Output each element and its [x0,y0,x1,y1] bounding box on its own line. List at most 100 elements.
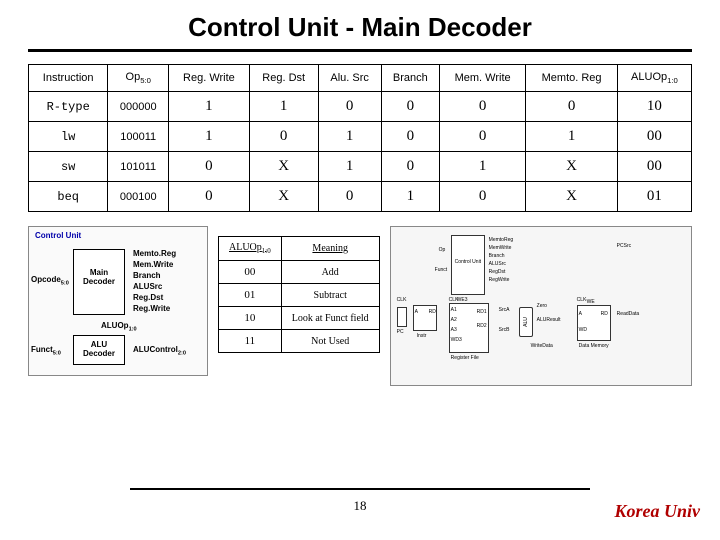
cell-value: 0 [439,122,525,152]
col-alusrc: Alu. Src [318,65,381,92]
col-regdst: Reg. Dst [249,65,318,92]
dp-we: WE [587,299,595,305]
dp-dmem-label: Data Memory [579,343,609,349]
cell-value: 1 [381,182,439,212]
funct-label: Funct5:0 [31,345,61,357]
aluop-col-meaning: Meaning [281,237,379,261]
dp-dwd: WD [579,327,587,333]
dp-ra1: A1 [451,307,457,313]
dp-writedata: WriteData [531,343,553,349]
cell-value: 0 [526,92,618,122]
dp-instr: Instr [417,333,427,339]
dp-regdst: RegDst [489,269,506,275]
cell-aluop-meaning: Add [281,261,379,284]
cell-value: 0 [381,152,439,182]
dp-funct: Funct [435,267,448,273]
dp-da: A [579,311,582,317]
cell-value: 0 [439,92,525,122]
cell-value: 00 [617,152,691,182]
dp-srcb: SrcB [499,327,510,333]
main-decoder-box: Main Decoder [73,249,125,315]
col-instruction: Instruction [29,65,108,92]
cell-value: 1 [439,152,525,182]
dp-wd3: WD3 [451,337,462,343]
dp-zero: Zero [537,303,547,309]
cell-aluop-meaning: Not Used [281,330,379,353]
dp-pc-label: PC [397,329,404,335]
out-branch: Branch [133,271,161,280]
dp-op: Op [439,247,446,253]
cell-value: X [249,152,318,182]
cell-instruction: R-type [29,92,108,122]
dp-pc [397,307,407,327]
cell-aluop-code: 10 [219,307,282,330]
dp-rd1o: RD1 [477,309,487,315]
cell-value: 0 [381,92,439,122]
main-table-body: R-type00000011000010lw10001110100100sw10… [29,92,692,212]
dp-rd1: RD [429,309,436,315]
col-op: Op5:0 [108,65,169,92]
table-header-row: Instruction Op5:0 Reg. Write Reg. Dst Al… [29,65,692,92]
cell-value: 10 [617,92,691,122]
control-unit-diagram: Control Unit Main Decoder Opcode5:0 Memt… [28,226,208,376]
table-row: lw10001110100100 [29,122,692,152]
page-title: Control Unit - Main Decoder [28,12,692,43]
aluop-body: 00Add01Subtract10Look at Funct field11No… [219,261,380,353]
dp-regwrite: RegWrite [489,277,510,283]
aluop-col-code: ALUOp1:0 [219,237,282,261]
dp-regfile-label: Register File [451,355,479,361]
col-regwrite: Reg. Write [169,65,250,92]
out-regdst: Reg.Dst [133,293,163,302]
dp-pcsrc: PCSrc [617,243,631,249]
aluop-table: ALUOp1:0 Meaning 00Add01Subtract10Look a… [218,236,380,353]
table-row: 01Subtract [219,284,380,307]
col-branch: Branch [381,65,439,92]
col-memwrite: Mem. Write [439,65,525,92]
brand-label: Korea Univ [615,501,701,522]
table-row: 00Add [219,261,380,284]
alucontrol-label: ALUControl2:0 [133,345,186,357]
cell-aluop-meaning: Look at Funct field [281,307,379,330]
cell-value: 0 [169,152,250,182]
cell-opcode: 000000 [108,92,169,122]
dp-ra2: A2 [451,317,457,323]
col-aluop: ALUOp1:0 [617,65,691,92]
cell-value: 1 [249,92,318,122]
col-memtoreg: Memto. Reg [526,65,618,92]
dp-drd: RD [601,311,608,317]
dp-rd2o: RD2 [477,323,487,329]
dp-memtoreg: MemtoReg [489,237,513,243]
cell-aluop-code: 11 [219,330,282,353]
cell-aluop-code: 00 [219,261,282,284]
cell-instruction: beq [29,182,108,212]
dp-aluresult: ALUResult [537,317,561,323]
out-regwrite: Reg.Write [133,304,170,313]
cell-value: 1 [526,122,618,152]
cell-value: 00 [617,122,691,152]
dp-clk1: CLK [397,297,407,303]
cu-title: Control Unit [35,231,81,240]
cell-aluop-meaning: Subtract [281,284,379,307]
dp-a1: A [415,309,418,315]
main-decoder-table: Instruction Op5:0 Reg. Write Reg. Dst Al… [28,64,692,212]
dp-clk2: CLK [449,297,459,303]
cell-instruction: sw [29,152,108,182]
cell-value: 1 [318,152,381,182]
opcode-label: Opcode5:0 [31,275,69,287]
datapath-diagram: Control Unit MemtoReg MemWrite Branch AL… [390,226,692,386]
cell-aluop-code: 01 [219,284,282,307]
table-row: 10Look at Funct field [219,307,380,330]
page-number: 18 [0,498,720,514]
cell-opcode: 101011 [108,152,169,182]
table-row: sw1010110X101X00 [29,152,692,182]
out-memwrite: Mem.Write [133,260,173,269]
dp-memwrite: MemWrite [489,245,512,251]
out-alusrc: ALUSrc [133,282,162,291]
dp-control-unit [451,235,485,295]
cell-instruction: lw [29,122,108,152]
cell-value: X [526,152,618,182]
cell-value: 0 [249,122,318,152]
alu-decoder-box: ALU Decoder [73,335,125,365]
footer-rule [130,488,590,490]
dp-alu-label: ALU [523,317,529,327]
